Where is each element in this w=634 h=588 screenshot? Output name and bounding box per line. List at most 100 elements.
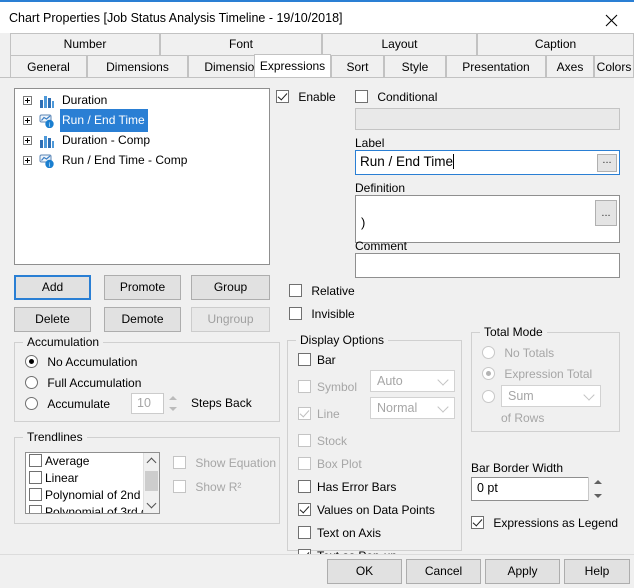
trendline-item[interactable]: Polynomial of 3rd d <box>26 504 159 514</box>
display-option-text-on-axis[interactable]: Text on Axis <box>298 524 381 542</box>
steps-back-stepper[interactable]: 10 <box>131 393 181 414</box>
bar-border-spin-buttons[interactable] <box>588 477 606 501</box>
checkbox-indicator <box>173 456 186 469</box>
scroll-up-icon[interactable] <box>144 453 159 469</box>
expression-tree-item[interactable]: i Run / End Time <box>15 109 269 132</box>
trendline-label: Polynomial of 3rd d <box>45 505 148 514</box>
trendlines-title: Trendlines <box>23 430 87 444</box>
tab-sort[interactable]: Sort <box>331 55 384 78</box>
radio-full-accumulation[interactable]: Full Accumulation <box>25 374 141 392</box>
group-button[interactable]: Group <box>191 275 270 300</box>
line-combo-value: Normal <box>377 401 418 415</box>
checkbox-indicator <box>289 307 302 320</box>
display-option-stock: Stock <box>298 432 347 450</box>
display-option-has-error-bars[interactable]: Has Error Bars <box>298 478 396 496</box>
expand-plus-icon[interactable] <box>23 96 32 105</box>
scroll-down-icon[interactable] <box>144 497 159 513</box>
spin-up-icon[interactable] <box>589 477 606 489</box>
radio-indicator <box>25 397 38 410</box>
trendlines-scrollbar[interactable] <box>143 453 159 513</box>
trendlines-list[interactable]: Average Linear Polynomial of 2nd d Polynomi… <box>25 452 160 514</box>
scrollbar-thumb[interactable] <box>145 471 158 491</box>
radio-accumulate[interactable]: Accumulate <box>25 395 110 413</box>
label-input[interactable]: Run / End Time​ ... <box>355 150 620 175</box>
checkbox-indicator[interactable] <box>29 488 42 501</box>
display-option-bar[interactable]: Bar <box>298 351 336 369</box>
checkbox-indicator <box>298 480 311 493</box>
help-button[interactable]: Help <box>564 559 630 584</box>
expand-plus-icon[interactable] <box>23 156 32 165</box>
trendline-item[interactable]: Average <box>26 453 159 470</box>
bar-border-width-label: Bar Border Width <box>471 461 564 475</box>
tab-group-layout[interactable]: Layout <box>322 33 477 55</box>
tab-style[interactable]: Style <box>384 55 446 78</box>
checkbox-indicator[interactable] <box>29 454 42 467</box>
total-mode-group: Total Mode No Totals Expression Total Su… <box>471 325 620 432</box>
comment-input[interactable] <box>355 253 620 278</box>
expand-plus-icon[interactable] <box>23 116 32 125</box>
window-title: Chart Properties [Job Status Analysis Ti… <box>9 11 343 25</box>
label-ellipsis-button[interactable]: ... <box>597 154 617 172</box>
checkbox-indicator <box>298 434 311 447</box>
relative-checkbox[interactable]: Relative <box>289 282 355 300</box>
definition-ellipsis-button[interactable]: ... <box>595 200 617 226</box>
spin-up-icon[interactable] <box>164 393 181 404</box>
expressions-as-legend-checkbox[interactable]: Expressions as Legend <box>471 514 618 532</box>
radio-no-accumulation[interactable]: No Accumulation <box>25 353 137 371</box>
definition-input-value: ) <box>361 215 366 230</box>
label-field-title: Label <box>355 136 385 150</box>
close-button[interactable] <box>589 4 634 35</box>
bar-chart-icon <box>39 94 55 108</box>
tab-axes[interactable]: Axes <box>546 55 594 78</box>
invisible-checkbox[interactable]: Invisible <box>289 305 355 323</box>
definition-input[interactable]: ) ... <box>355 195 620 243</box>
tab-general[interactable]: General <box>10 55 87 78</box>
expand-plus-icon[interactable] <box>23 136 32 145</box>
svg-text:i: i <box>49 121 51 127</box>
promote-button[interactable]: Promote <box>104 275 181 300</box>
line-chart-icon: i <box>39 154 55 168</box>
expression-tree-item[interactable]: Duration - Comp <box>15 129 269 149</box>
tab-group-font[interactable]: Font <box>160 33 322 55</box>
checkbox-indicator[interactable] <box>29 505 42 513</box>
radio-label: No Accumulation <box>47 355 138 369</box>
ok-button[interactable]: OK <box>327 559 402 584</box>
chevron-down-icon <box>437 401 449 413</box>
apply-button[interactable]: Apply <box>485 559 560 584</box>
tab-group-caption[interactable]: Caption <box>477 33 634 55</box>
demote-button[interactable]: Demote <box>104 307 181 332</box>
trendline-item[interactable]: Polynomial of 2nd d <box>26 487 159 504</box>
expressions-page: Duration i Run / End Time Duration - Comp i R… <box>0 77 634 563</box>
trendline-label: Linear <box>45 471 79 485</box>
delete-button[interactable]: Delete <box>14 307 91 332</box>
conditional-checkbox[interactable]: Conditional <box>355 88 437 106</box>
expression-tree[interactable]: Duration i Run / End Time Duration - Comp i R… <box>14 88 270 265</box>
tab-expressions[interactable]: Expressions <box>254 54 331 77</box>
bar-border-width-value[interactable]: 0 pt <box>471 477 606 501</box>
expression-tree-item[interactable]: Duration <box>15 89 269 109</box>
trendline-item[interactable]: Linear <box>26 470 159 487</box>
enable-checkbox[interactable]: Enable <box>276 88 336 106</box>
radio-indicator <box>482 390 495 403</box>
display-option-line: Line <box>298 405 340 423</box>
spin-down-icon[interactable] <box>589 489 606 501</box>
spin-down-icon[interactable] <box>164 404 181 415</box>
display-option-values-on-data-points[interactable]: Values on Data Points <box>298 501 435 519</box>
cancel-button[interactable]: Cancel <box>406 559 481 584</box>
display-options-group: Display Options Bar Symbol Line Stock Box Pl… <box>287 333 462 563</box>
expression-tree-item[interactable]: i Run / End Time - Comp <box>15 149 269 169</box>
line-combo: Normal <box>370 397 455 419</box>
bar-border-width-stepper[interactable]: 0 pt <box>471 477 606 501</box>
tab-colors[interactable]: Colors <box>594 55 634 78</box>
tab-dimensions[interactable]: Dimensions <box>87 55 188 78</box>
add-button[interactable]: Add <box>14 275 91 300</box>
checkbox-indicator <box>355 90 368 103</box>
tab-presentation[interactable]: Presentation <box>446 55 546 78</box>
checkbox-label: Enable <box>298 90 336 104</box>
bar-chart-icon <box>39 134 55 148</box>
checkbox-label: Bar <box>317 353 336 367</box>
tab-group-number[interactable]: Number <box>10 33 160 55</box>
checkbox-indicator[interactable] <box>29 471 42 484</box>
steps-back-spin-buttons[interactable] <box>163 393 181 414</box>
display-option-box-plot: Box Plot <box>298 455 362 473</box>
